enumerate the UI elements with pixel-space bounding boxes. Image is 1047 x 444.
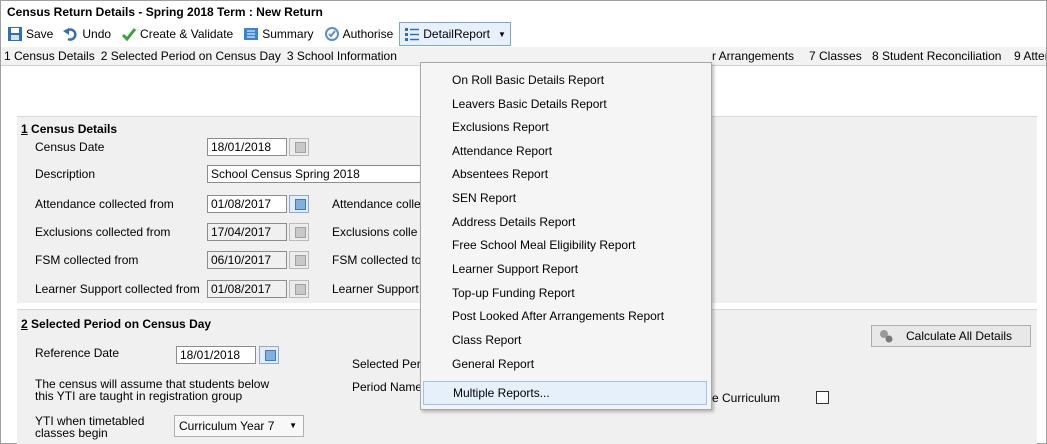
window: Census Return Details - Spring 2018 Term…: [0, 0, 1047, 444]
curriculum-label: e Curriculum: [712, 391, 781, 405]
tab-school-information[interactable]: 3 School Information: [284, 47, 400, 65]
fsm-from-label: FSM collected from: [35, 253, 139, 267]
census-date-field[interactable]: 18/01/2018: [207, 138, 287, 156]
census-date-calendar-button[interactable]: [289, 138, 309, 156]
calculate-icon: [878, 328, 894, 344]
detail-report-menu: On Roll Basic Details Report Leavers Bas…: [420, 62, 712, 410]
chevron-down-icon: ▼: [497, 29, 506, 39]
attendance-from-label: Attendance collected from: [35, 197, 174, 211]
undo-button[interactable]: Undo: [59, 23, 115, 45]
reference-date-label: Reference Date: [35, 346, 120, 360]
selected-period-label: Selected Per: [352, 357, 421, 371]
chevron-down-icon: ▼: [289, 421, 297, 430]
undo-label: Undo: [82, 27, 112, 41]
fsm-from-calendar-button[interactable]: [289, 251, 309, 269]
menu-item-sen[interactable]: SEN Report: [452, 187, 516, 209]
calculate-all-details-button[interactable]: Calculate All Details: [871, 325, 1031, 347]
description-field[interactable]: School Census Spring 2018: [207, 165, 421, 183]
menu-item-leavers[interactable]: Leavers Basic Details Report: [452, 93, 607, 115]
learner-support-to-label: Learner Support: [332, 282, 419, 296]
save-label: Save: [26, 27, 54, 41]
learner-support-from-calendar-button[interactable]: [289, 280, 309, 298]
exclusions-from-label: Exclusions collected from: [35, 225, 171, 239]
authorise-button[interactable]: Authorise: [320, 23, 398, 45]
exclusions-to-label: Exclusions colle: [332, 225, 418, 239]
tab-student-reconciliation[interactable]: 8 Student Reconciliation: [869, 47, 1004, 65]
attendance-to-label: Attendance colle: [332, 197, 421, 211]
tab-classes[interactable]: 7 Classes: [806, 47, 865, 65]
save-button[interactable]: Save: [3, 23, 57, 45]
census-details-heading: 1 Census Details: [21, 122, 118, 136]
menu-item-exclusions[interactable]: Exclusions Report: [452, 116, 549, 138]
menu-item-learner-support[interactable]: Learner Support Report: [452, 258, 578, 280]
create-validate-button[interactable]: Create & Validate: [117, 23, 237, 45]
detail-report-dropdown[interactable]: DetailReport ▼: [399, 22, 511, 46]
yti-select-value: Curriculum Year 7: [179, 419, 275, 433]
summary-label: Summary: [262, 27, 314, 41]
learner-support-from-field[interactable]: 01/08/2017: [207, 280, 287, 298]
menu-item-general[interactable]: General Report: [452, 353, 534, 375]
learner-support-from-label: Learner Support collected from: [35, 282, 200, 296]
authorise-icon: [324, 26, 340, 42]
selected-period-heading: 2 Selected Period on Census Day: [21, 317, 212, 331]
period-name-label: Period Name: [352, 380, 423, 394]
yti-note: The census will assume that students bel…: [35, 377, 270, 403]
curriculum-checkbox[interactable]: [816, 391, 829, 404]
detail-report-label: DetailReport: [423, 27, 490, 41]
menu-item-post-looked-after[interactable]: Post Looked After Arrangements Report: [452, 305, 664, 327]
checkmark-icon: [121, 26, 137, 42]
menu-item-on-roll[interactable]: On Roll Basic Details Report: [452, 69, 604, 91]
calendar-icon: [295, 199, 306, 210]
attendance-from-calendar-button[interactable]: [289, 195, 309, 213]
description-label: Description: [35, 167, 96, 181]
save-icon: [7, 26, 23, 42]
undo-icon: [63, 26, 79, 42]
yti-select[interactable]: Curriculum Year 7 ▼: [174, 415, 304, 437]
menu-item-class[interactable]: Class Report: [452, 329, 521, 351]
summary-icon: [243, 26, 259, 42]
tab-attendance[interactable]: 9 Atter: [1011, 47, 1046, 65]
fsm-from-field[interactable]: 06/10/2017: [207, 251, 287, 269]
calendar-icon: [265, 350, 276, 361]
menu-item-top-up-funding[interactable]: Top-up Funding Report: [452, 282, 575, 304]
reference-date-calendar-button[interactable]: [259, 346, 279, 364]
calendar-icon: [295, 255, 306, 266]
menu-item-fsm-eligibility[interactable]: Free School Meal Eligibility Report: [452, 234, 635, 256]
menu-item-absentees[interactable]: Absentees Report: [452, 163, 548, 185]
exclusions-from-calendar-button[interactable]: [289, 223, 309, 241]
exclusions-from-field[interactable]: 17/04/2017: [207, 223, 287, 241]
tab-arrangements[interactable]: r Arrangements: [709, 47, 797, 65]
tab-selected-period[interactable]: 2 Selected Period on Census Day: [98, 47, 284, 65]
tab-census-details[interactable]: 1 Census Details: [1, 47, 98, 65]
attendance-from-field[interactable]: 01/08/2017: [207, 195, 287, 213]
create-validate-label: Create & Validate: [140, 27, 234, 41]
yti-label: YTI when timetabled classes begin: [35, 414, 145, 440]
list-icon: [404, 26, 420, 42]
fsm-to-label: FSM collected to: [332, 253, 422, 267]
census-date-label: Census Date: [35, 140, 105, 154]
window-title: Census Return Details - Spring 2018 Term…: [7, 5, 323, 19]
reference-date-field[interactable]: 18/01/2018: [176, 346, 256, 364]
calculate-label: Calculate All Details: [906, 329, 1013, 343]
menu-item-address[interactable]: Address Details Report: [452, 211, 575, 233]
calendar-icon: [295, 284, 306, 295]
toolbar: Save Undo Create & Validate Summary Auth…: [3, 22, 513, 46]
menu-item-attendance[interactable]: Attendance Report: [452, 140, 552, 162]
summary-button[interactable]: Summary: [239, 23, 317, 45]
menu-item-multiple-reports[interactable]: Multiple Reports...: [423, 381, 707, 405]
calendar-icon: [295, 227, 306, 238]
authorise-label: Authorise: [342, 27, 394, 41]
calendar-icon: [295, 142, 306, 153]
